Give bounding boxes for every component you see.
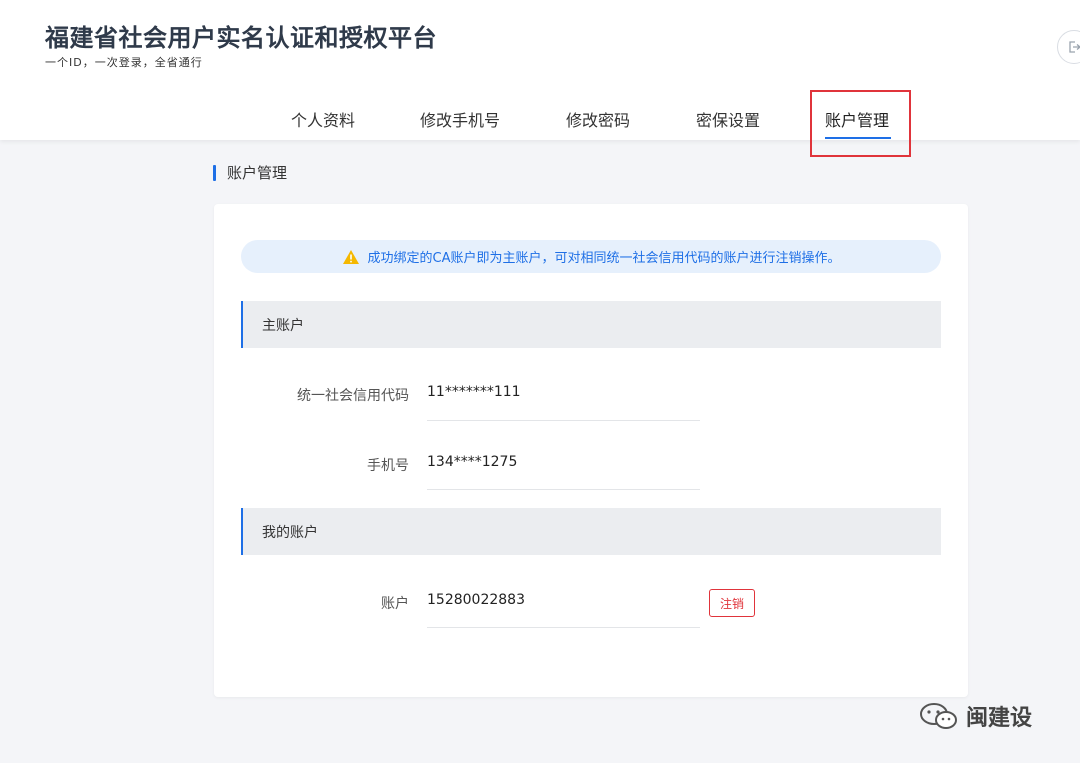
phone-underline xyxy=(427,489,700,490)
watermark-text: 闽建设 xyxy=(966,706,1033,731)
page-header: 福建省社会用户实名认证和授权平台 一个ID，一次登录，全省通行 个人资料 修改手… xyxy=(0,0,1080,157)
platform-slogan: 一个ID，一次登录，全省通行 xyxy=(45,56,203,69)
my-account-header: 我的账户 xyxy=(241,508,941,555)
credit-code-label: 统一社会信用代码 xyxy=(297,388,409,404)
phone-label: 手机号 xyxy=(367,458,409,474)
tab-personal-info[interactable]: 个人资料 xyxy=(291,107,355,131)
tab-change-password[interactable]: 修改密码 xyxy=(566,107,630,131)
warning-icon xyxy=(342,249,359,264)
tab-security-settings[interactable]: 密保设置 xyxy=(696,107,760,131)
account-underline xyxy=(427,627,700,628)
notice-banner: 成功绑定的CA账户即为主账户，可对相同统一社会信用代码的账户进行注销操作。 xyxy=(241,240,941,273)
tab-change-phone[interactable]: 修改手机号 xyxy=(420,107,500,131)
phone-value: 134****1275 xyxy=(427,454,518,470)
logout-icon xyxy=(1069,41,1080,53)
account-value: 15280022883 xyxy=(427,592,525,608)
notice-text: 成功绑定的CA账户即为主账户，可对相同统一社会信用代码的账户进行注销操作。 xyxy=(367,251,841,266)
credit-code-underline xyxy=(427,420,700,421)
cancel-account-button[interactable]: 注销 xyxy=(709,589,755,617)
logout-button[interactable] xyxy=(1057,30,1080,64)
watermark: 闽建设 xyxy=(918,700,1032,732)
section-title: 账户管理 xyxy=(227,164,288,182)
platform-title: 福建省社会用户实名认证和授权平台 xyxy=(45,24,437,52)
account-label: 账户 xyxy=(381,596,409,612)
wechat-logo-icon xyxy=(920,703,957,729)
annotation-highlight-box xyxy=(810,90,911,157)
section-title-marker xyxy=(213,165,216,181)
credit-code-value: 11*******111 xyxy=(427,384,521,400)
main-account-header: 主账户 xyxy=(241,301,941,348)
account-card xyxy=(214,204,968,697)
